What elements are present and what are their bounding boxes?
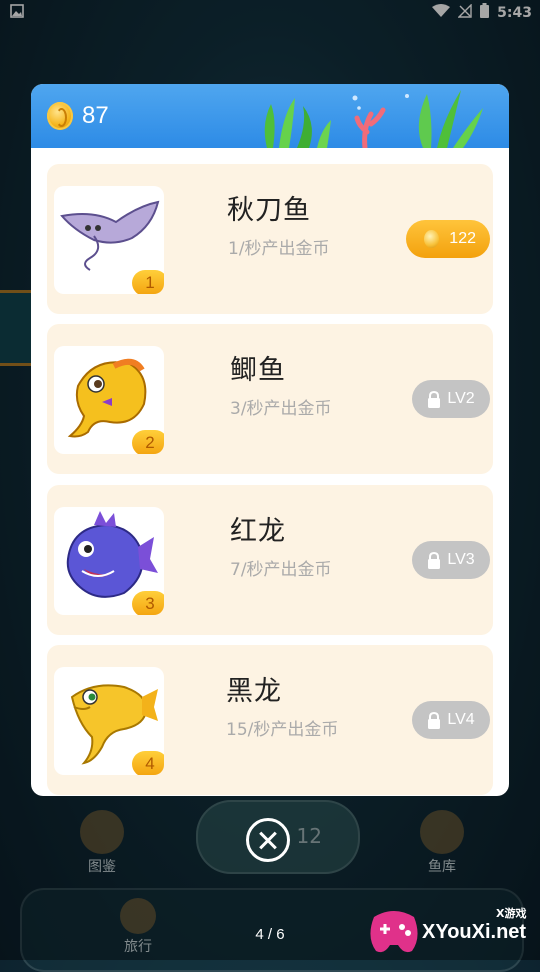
level-badge: 1 [132, 270, 164, 294]
level-badge: 4 [132, 751, 164, 775]
fish-name: 鲫鱼 [230, 355, 286, 386]
gold-coin-icon [47, 102, 73, 130]
fish-image-crucian: 2 [54, 346, 164, 454]
list-item: 3 红龙 7/秒产出金币 LV3 [47, 485, 493, 635]
close-button[interactable] [246, 818, 290, 862]
seaweed-decoration-icon [264, 90, 483, 148]
fish-rate: 15/秒产出金币 [226, 720, 339, 740]
list-item: 1 秋刀鱼 1/秒产出金币 122 [47, 164, 493, 314]
fish-rate: 3/秒产出金币 [230, 399, 332, 419]
gold-amount: 87 [82, 102, 109, 129]
list-item: 2 鲫鱼 3/秒产出金币 LV2 [47, 324, 493, 474]
locked-button[interactable]: LV2 [412, 380, 490, 418]
watermark-logo: X游戏 XYouXi.net [368, 903, 538, 957]
modal-header: 87 [31, 84, 509, 148]
fish-image-stingray: 1 [54, 186, 164, 294]
watermark-text: XYouXi.net [422, 921, 527, 943]
locked-button[interactable]: LV4 [412, 701, 490, 739]
fish-rate: 7/秒产出金币 [230, 560, 332, 580]
required-level: LV4 [447, 711, 475, 728]
required-level: LV3 [447, 551, 475, 568]
fish-name: 红龙 [230, 516, 286, 547]
lock-icon [428, 390, 441, 408]
fish-name: 黑龙 [226, 676, 282, 707]
level-badge: 2 [132, 430, 164, 454]
buy-price: 122 [449, 230, 476, 247]
fish-image-black-dragon: 4 [54, 667, 164, 775]
level-badge: 3 [132, 591, 164, 615]
lock-icon [428, 551, 441, 569]
required-level: LV2 [447, 390, 475, 407]
fish-shop-modal: 87 1 秋刀鱼 1/秒产出金币 122 2 鲫鱼 3/秒产出金币 LV2 3 … [31, 84, 509, 796]
fish-image-red-dragon: 3 [54, 507, 164, 615]
lock-icon [428, 711, 441, 729]
gamepad-logo-icon [370, 911, 418, 953]
gold-coin-icon [424, 230, 439, 248]
buy-button[interactable]: 122 [406, 220, 490, 258]
list-item: 4 黑龙 15/秒产出金币 LV4 [47, 645, 493, 795]
fish-name: 秋刀鱼 [227, 195, 311, 226]
locked-button[interactable]: LV3 [412, 541, 490, 579]
watermark-small-text: X游戏 [496, 907, 527, 920]
fish-rate: 1/秒产出金币 [228, 239, 330, 259]
